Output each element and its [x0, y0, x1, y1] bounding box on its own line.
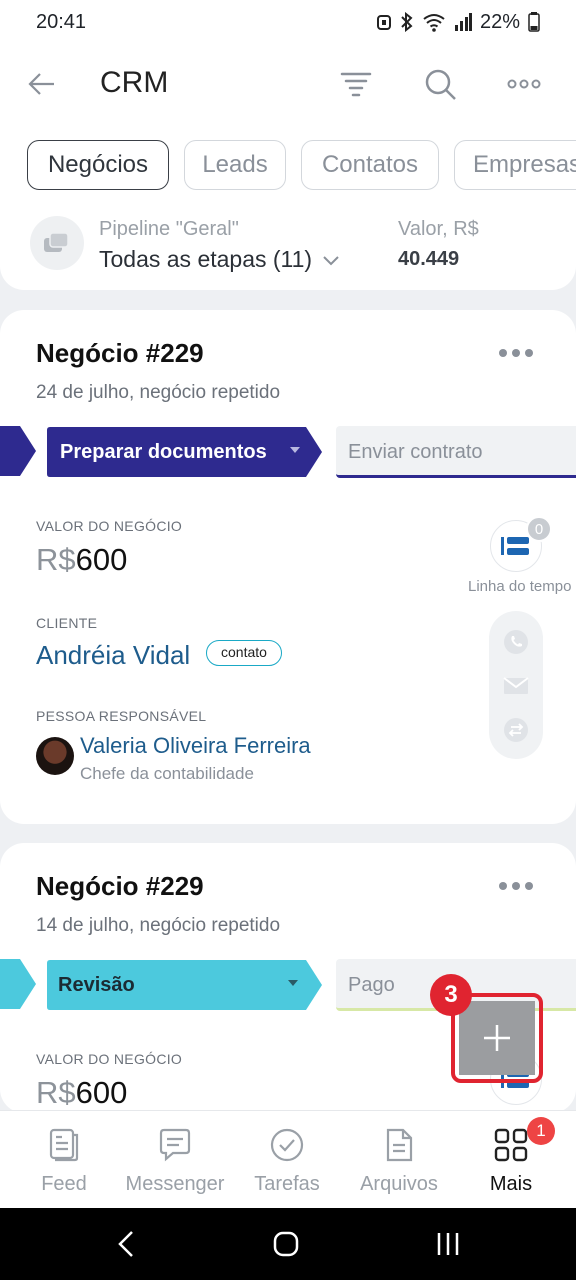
pipeline-icon [30, 216, 84, 270]
home-icon[interactable] [272, 1230, 300, 1258]
nav-label: Arquivos [360, 1173, 438, 1195]
stage-current[interactable]: Preparar documentos [60, 441, 267, 464]
deal-card[interactable]: Negócio #229 24 de julho, negócio repeti… [0, 310, 576, 824]
stage-current[interactable]: Revisão [58, 974, 135, 997]
timeline-label: Linha do tempo [468, 578, 572, 595]
status-bar: 20:41 22% [0, 0, 576, 44]
wifi-icon [423, 14, 445, 32]
deal-subtitle: 24 de julho, negócio repetido [36, 382, 281, 403]
battery-percent: 22% [479, 10, 520, 33]
plus-icon [484, 1025, 510, 1051]
tab-empresas[interactable]: Empresas [454, 140, 576, 190]
nav-item-arquivos[interactable]: Arquivos [352, 1111, 446, 1209]
chat-icon[interactable] [503, 717, 529, 743]
nav-item-tarefas[interactable]: Tarefas [244, 1111, 330, 1209]
tab-contatos[interactable]: Contatos [301, 140, 439, 190]
client-name[interactable]: Andréia Vidal [36, 640, 190, 671]
notification-badge: 1 [527, 1117, 555, 1145]
status-icons: 22% [376, 11, 540, 34]
grid-icon [494, 1128, 528, 1162]
nav-label: Feed [41, 1173, 87, 1195]
timeline-count: 0 [526, 516, 552, 542]
battery-icon [528, 12, 540, 32]
recents-icon[interactable] [436, 1230, 460, 1258]
tasks-icon [270, 1128, 304, 1162]
responsible-role: Chefe da contabilidade [80, 764, 254, 783]
mail-icon[interactable] [503, 673, 529, 699]
chevron-down-icon [323, 256, 340, 266]
pipeline-stage-label: Todas as etapas (11) [99, 246, 313, 272]
stage-previous-marker [0, 959, 36, 1009]
tab-leads[interactable]: Leads [184, 140, 286, 190]
avatar[interactable] [36, 737, 74, 775]
deal-amount-value: 600 [75, 1075, 128, 1110]
nav-item-feed[interactable]: Feed [22, 1111, 106, 1209]
deal-amount: R$600 [36, 1075, 127, 1111]
responsible-name[interactable]: Valeria Oliveira Ferreira [80, 733, 311, 759]
messenger-icon [159, 1128, 191, 1162]
deal-title: Negócio #229 [36, 338, 204, 368]
status-time: 20:41 [36, 10, 87, 33]
deal-title: Negócio #229 [36, 871, 204, 901]
back-icon[interactable] [116, 1230, 136, 1258]
more-icon[interactable] [506, 66, 542, 102]
amount-label: VALOR DO NEGÓCIO [36, 518, 183, 534]
deal-subtitle: 14 de julho, negócio repetido [36, 915, 281, 936]
more-icon[interactable] [498, 346, 534, 360]
pipeline-name: Pipeline "Geral" [99, 218, 239, 240]
pipeline-summary: Pipeline "Geral" Todas as etapas (11) Va… [0, 206, 576, 290]
bottom-nav: Feed Messenger Tarefas Arquivos Mais 1 [0, 1110, 576, 1208]
deal-currency: R$ [36, 542, 76, 577]
page-title: CRM [100, 66, 169, 99]
add-deal-button[interactable] [459, 1001, 535, 1075]
nav-label: Mais [489, 1173, 533, 1195]
nav-item-messenger[interactable]: Messenger [120, 1111, 230, 1209]
timeline-icon [501, 537, 529, 555]
files-icon [386, 1128, 413, 1162]
pipeline-stage-select[interactable]: Todas as etapas (11) [99, 246, 340, 273]
client-label: CLIENTE [36, 615, 98, 631]
deal-amount-value: 600 [75, 542, 128, 577]
responsible-label: PESSOA RESPONSÁVEL [36, 708, 207, 724]
search-icon[interactable] [422, 66, 458, 102]
stage-previous-marker [0, 426, 36, 476]
nav-label: Tarefas [254, 1173, 320, 1195]
phone-icon[interactable] [503, 629, 529, 655]
contact-actions [489, 611, 543, 759]
filter-icon[interactable] [338, 66, 374, 102]
value-label: Valor, R$ [398, 218, 479, 240]
nav-label: Messenger [125, 1173, 225, 1195]
step-marker: 3 [430, 974, 472, 1016]
client-type-badge: contato [206, 640, 282, 666]
value-total: 40.449 [398, 248, 460, 270]
app-bar: CRM [0, 44, 576, 126]
more-icon[interactable] [498, 879, 534, 893]
feed-icon [49, 1128, 79, 1162]
amount-label: VALOR DO NEGÓCIO [36, 1051, 183, 1067]
entity-tabs: Negócios Leads Contatos Empresas [0, 126, 576, 206]
stage-next: Pago [348, 974, 395, 996]
system-nav-bar [0, 1208, 576, 1280]
signal-icon [454, 13, 472, 31]
deal-amount: R$600 [36, 542, 127, 578]
tab-negocios[interactable]: Negócios [27, 140, 169, 190]
back-arrow-icon[interactable] [26, 68, 58, 100]
alarm-icon [376, 15, 391, 30]
deal-currency: R$ [36, 1075, 76, 1110]
bluetooth-icon [401, 12, 413, 32]
stage-next: Enviar contrato [348, 441, 483, 463]
